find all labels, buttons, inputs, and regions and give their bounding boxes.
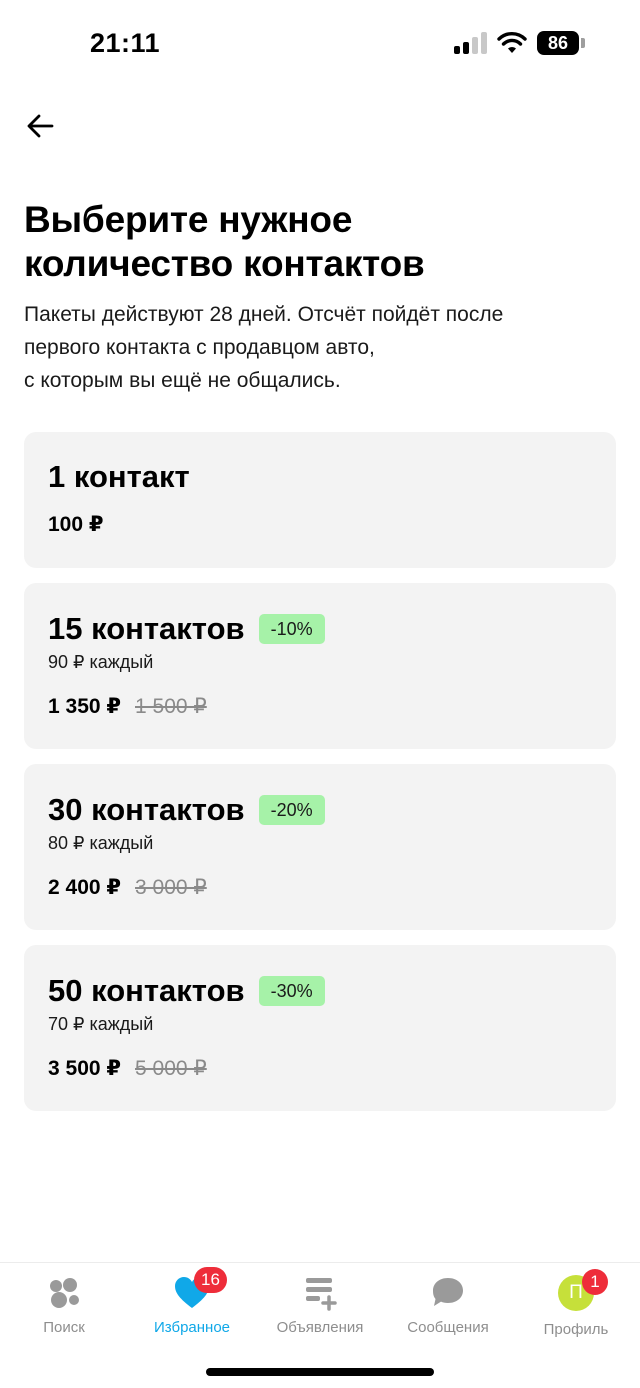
status-bar: 21:11 86 bbox=[0, 0, 640, 88]
package-old-price: 3 000 ₽ bbox=[135, 876, 207, 899]
tab-messages[interactable]: Сообщения bbox=[384, 1273, 512, 1336]
package-title: 1 контакт bbox=[48, 459, 190, 494]
tab-label: Избранное bbox=[153, 1319, 231, 1336]
tab-listings[interactable]: Объявления bbox=[256, 1273, 384, 1336]
price-row: 3 500 ₽ 5 000 ₽ bbox=[48, 1056, 592, 1081]
profile-notification-badge: 1 bbox=[582, 1269, 608, 1295]
tab-profile[interactable]: П 1 Профиль bbox=[512, 1269, 640, 1338]
package-price: 100 ₽ bbox=[48, 513, 104, 536]
price-row: 2 400 ₽ 3 000 ₽ bbox=[48, 875, 592, 900]
package-card-50[interactable]: 50 контактов -30% 70 ₽ каждый 3 500 ₽ 5 … bbox=[24, 945, 616, 1111]
package-old-price: 1 500 ₽ bbox=[135, 695, 207, 718]
per-contact-price: 80 ₽ каждый bbox=[48, 833, 154, 853]
page-title: Выберите нужное количество контактов bbox=[24, 198, 616, 286]
listings-add-icon bbox=[300, 1273, 340, 1313]
price-row: 1 350 ₽ 1 500 ₽ bbox=[48, 694, 592, 719]
status-time: 21:11 bbox=[90, 28, 161, 58]
package-card-15[interactable]: 15 контактов -10% 90 ₽ каждый 1 350 ₽ 1 … bbox=[24, 583, 616, 749]
package-title: 50 контактов bbox=[48, 973, 245, 1008]
page-title-line: количество контактов bbox=[24, 243, 425, 284]
screen: 21:11 86 Выберите нужное количество конт… bbox=[0, 0, 640, 1388]
tab-label: Профиль bbox=[543, 1321, 609, 1338]
package-price: 3 500 ₽ bbox=[48, 1057, 121, 1080]
package-title: 30 контактов bbox=[48, 792, 245, 827]
price-row: 100 ₽ bbox=[48, 512, 592, 537]
package-card-30[interactable]: 30 контактов -20% 80 ₽ каждый 2 400 ₽ 3 … bbox=[24, 764, 616, 930]
discount-badge: -30% bbox=[258, 976, 325, 1006]
chat-bubble-icon bbox=[428, 1273, 468, 1313]
package-old-price: 5 000 ₽ bbox=[135, 1057, 207, 1080]
package-title: 15 контактов bbox=[48, 611, 245, 646]
subtitle-line: Пакеты действуют 28 дней. Отсчёт пойдёт … bbox=[24, 303, 504, 326]
card-title-row: 1 контакт bbox=[48, 432, 592, 496]
subtitle-line: с которым вы ещё не общались. bbox=[24, 369, 341, 392]
search-bubbles-icon bbox=[44, 1273, 84, 1313]
page-title-line: Выберите нужное bbox=[24, 199, 353, 240]
tab-label: Сообщения bbox=[407, 1319, 489, 1336]
cellular-signal-icon bbox=[454, 32, 488, 54]
package-price: 1 350 ₽ bbox=[48, 695, 121, 718]
tab-search[interactable]: Поиск bbox=[0, 1273, 128, 1336]
card-title-row: 15 контактов -10% bbox=[48, 583, 592, 648]
per-contact-price: 70 ₽ каждый bbox=[48, 1014, 154, 1034]
discount-badge: -10% bbox=[258, 614, 325, 644]
subtitle-line: первого контакта с продавцом авто, bbox=[24, 336, 375, 359]
per-contact-price: 90 ₽ каждый bbox=[48, 652, 154, 672]
tab-label: Поиск bbox=[43, 1319, 85, 1336]
discount-badge: -20% bbox=[258, 795, 325, 825]
tab-label: Объявления bbox=[276, 1319, 364, 1336]
card-title-row: 50 контактов -30% bbox=[48, 945, 592, 1010]
page-subtitle: Пакеты действуют 28 дней. Отсчёт пойдёт … bbox=[24, 298, 616, 397]
battery-level: 86 bbox=[537, 31, 579, 55]
package-card-1[interactable]: 1 контакт 100 ₽ bbox=[24, 432, 616, 568]
card-title-row: 30 контактов -20% bbox=[48, 764, 592, 829]
arrow-left-icon bbox=[27, 114, 54, 138]
battery-tip bbox=[581, 38, 585, 48]
home-indicator bbox=[206, 1368, 434, 1376]
avatar: П 1 bbox=[556, 1269, 608, 1315]
tab-favorites[interactable]: 16 Избранное bbox=[128, 1267, 256, 1336]
favorites-count-badge: 16 bbox=[194, 1267, 227, 1293]
package-price: 2 400 ₽ bbox=[48, 876, 121, 899]
wifi-icon bbox=[497, 32, 527, 53]
back-button[interactable] bbox=[22, 108, 58, 144]
heart-icon: 16 bbox=[172, 1267, 227, 1313]
package-list: 1 контакт 100 ₽ 15 контактов -10% 90 ₽ к… bbox=[24, 432, 616, 1126]
